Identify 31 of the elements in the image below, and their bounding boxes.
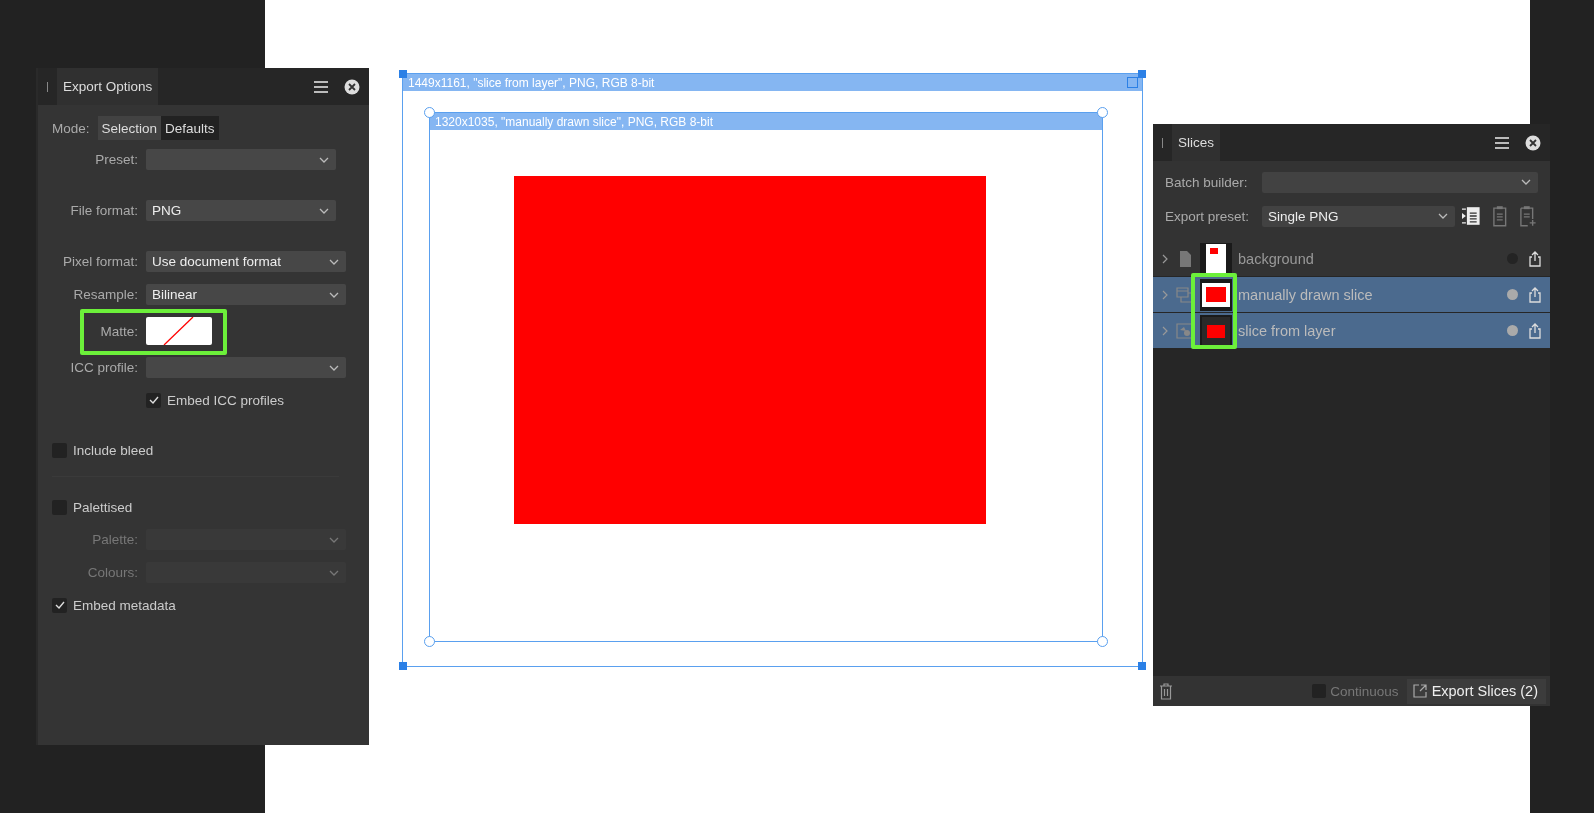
panel-tab[interactable]: Export Options xyxy=(57,68,159,105)
mode-option[interactable]: Selection xyxy=(97,116,162,140)
slice-label: 1320x1035, "manually drawn slice", PNG, RGB 8-bit xyxy=(430,113,1102,130)
layer-name: background xyxy=(1238,250,1314,267)
field-label: Preset: xyxy=(94,152,138,167)
slice-label: 1449x1161, "slice from layer", PNG, RGB 8-bit xyxy=(403,74,1142,91)
field-label: Batch builder: xyxy=(1165,174,1249,190)
mode-label: Mode: xyxy=(52,120,90,136)
dropdown[interactable]: Single PNG xyxy=(1262,205,1456,227)
field-label: Resample: xyxy=(72,287,138,302)
dropdown[interactable]: PNG xyxy=(146,200,336,221)
field-label: Pixel format: xyxy=(61,254,138,269)
dropdown[interactable]: Bilinear xyxy=(146,284,346,305)
checkbox-label: Embed metadata xyxy=(73,597,176,613)
checkbox-label: Continuous xyxy=(1330,683,1399,699)
field-label: Matte: xyxy=(99,323,138,339)
field-label: File format: xyxy=(69,203,138,218)
layer-row[interactable]: background xyxy=(1153,241,1550,277)
dropdown[interactable]: Use document format xyxy=(146,251,346,272)
field-label: Export preset: xyxy=(1165,208,1251,224)
panel-tab[interactable]: Slices xyxy=(1172,124,1220,161)
field-label: Palette: xyxy=(91,532,138,547)
checkbox-label: Include bleed xyxy=(73,442,154,458)
checkbox-label: Embed ICC profiles xyxy=(167,392,285,408)
field-label: Colours: xyxy=(86,565,138,580)
layer-name: manually drawn slice xyxy=(1238,286,1373,303)
mode-option[interactable]: Defaults xyxy=(161,116,219,140)
field-label: ICC profile: xyxy=(69,360,138,375)
checkbox-label: Palettised xyxy=(73,499,133,515)
layer-name: slice from layer xyxy=(1238,322,1336,339)
export-slices-button[interactable]: Export Slices (2) xyxy=(1406,678,1546,704)
